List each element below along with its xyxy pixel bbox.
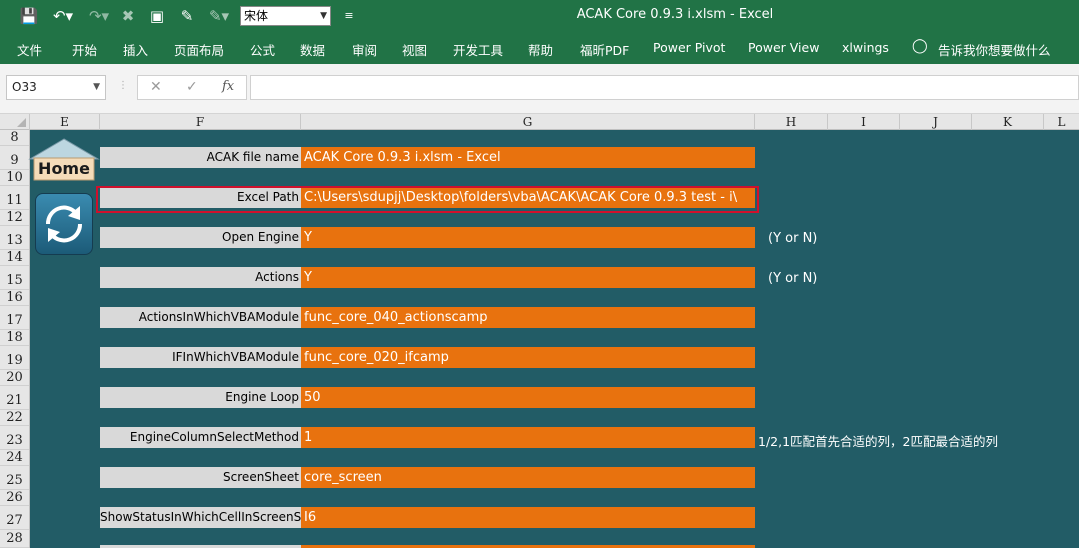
- column-header-k[interactable]: K: [972, 114, 1044, 130]
- row-header[interactable]: 26: [0, 490, 29, 506]
- edit-icon[interactable]: ✎▾: [204, 6, 234, 26]
- tab-foxit-pdf[interactable]: 福昕PDF: [580, 40, 629, 59]
- formula-input[interactable]: [250, 75, 1079, 100]
- tab-view[interactable]: 视图: [402, 40, 427, 59]
- row-header[interactable]: 13: [0, 226, 29, 250]
- row-header[interactable]: 22: [0, 410, 29, 426]
- row-header[interactable]: 15: [0, 266, 29, 290]
- tab-power-pivot[interactable]: Power Pivot: [653, 40, 725, 55]
- setting-value-if-module[interactable]: func_core_020_ifcamp: [301, 347, 755, 368]
- row-header[interactable]: 21: [0, 386, 29, 410]
- save-icon[interactable]: 💾: [18, 6, 40, 26]
- clear-filter-icon[interactable]: ✖: [118, 6, 138, 26]
- refresh-icon: [45, 205, 83, 243]
- setting-value-status-cell[interactable]: I6: [301, 507, 755, 528]
- row-header[interactable]: 25: [0, 466, 29, 490]
- tab-xlwings[interactable]: xlwings: [842, 40, 889, 55]
- font-name-select[interactable]: 宋体 ▼: [240, 6, 331, 26]
- row-header[interactable]: 12: [0, 210, 29, 226]
- row-header[interactable]: 18: [0, 330, 29, 346]
- name-box[interactable]: O33 ▼: [6, 75, 106, 100]
- row-header[interactable]: 10: [0, 170, 29, 186]
- setting-value-column-select-method[interactable]: 1: [301, 427, 755, 448]
- row-header[interactable]: 24: [0, 450, 29, 466]
- ribbon-tabs: 文件 开始 插入 页面布局 公式 数据 审阅 视图 开发工具 帮助 福昕PDF …: [0, 33, 1079, 64]
- highlight-border: [96, 186, 759, 213]
- splitter-handle-icon[interactable]: ⋮: [118, 80, 128, 91]
- tab-insert[interactable]: 插入: [123, 40, 148, 59]
- tab-help[interactable]: 帮助: [528, 40, 553, 59]
- home-button-label: Home: [38, 159, 90, 178]
- setting-label-column-select-method[interactable]: EngineColumnSelectMethod: [100, 427, 301, 448]
- title-bar: 💾 ↶▾ ↷▾ ✖ ▣ ✎ ✎▾ 宋体 ▼ ≡ ACAK Core 0.9.3 …: [0, 0, 1079, 33]
- setting-label-status-cell[interactable]: ShowStatusInWhichCellInScreenSheet: [100, 507, 301, 528]
- setting-label-actions[interactable]: Actions: [100, 267, 301, 288]
- setting-value-actions[interactable]: Y: [301, 267, 755, 288]
- setting-value-engine-loop[interactable]: 50: [301, 387, 755, 408]
- setting-note-column-select-method[interactable]: 1/2,1匹配首先合适的列，2匹配最合适的列: [758, 431, 998, 450]
- tab-page-layout[interactable]: 页面布局: [174, 40, 224, 59]
- tab-developer[interactable]: 开发工具: [453, 40, 503, 59]
- tab-formulas[interactable]: 公式: [250, 40, 275, 59]
- camera-icon[interactable]: ▣: [146, 6, 168, 26]
- setting-label-file-name[interactable]: ACAK file name: [100, 147, 301, 168]
- tab-file[interactable]: 文件: [17, 40, 42, 59]
- column-headers: E F G H I J K L: [0, 114, 1079, 130]
- name-box-value: O33: [12, 80, 37, 94]
- format-painter-icon[interactable]: ✎: [176, 6, 198, 26]
- row-header[interactable]: 23: [0, 426, 29, 450]
- setting-note-open-engine[interactable]: (Y or N): [768, 231, 817, 246]
- chevron-down-icon: ▼: [93, 82, 100, 92]
- row-header[interactable]: 11: [0, 186, 29, 210]
- row-header[interactable]: 14: [0, 250, 29, 266]
- column-header-l[interactable]: L: [1044, 114, 1079, 130]
- column-header-e[interactable]: E: [30, 114, 100, 130]
- setting-label-open-engine[interactable]: Open Engine: [100, 227, 301, 248]
- setting-label-actions-module[interactable]: ActionsInWhichVBAModule: [100, 307, 301, 328]
- redo-icon[interactable]: ↷▾: [84, 6, 114, 26]
- font-name-value: 宋体: [244, 9, 269, 23]
- refresh-button[interactable]: [35, 193, 93, 255]
- tab-review[interactable]: 审阅: [352, 40, 377, 59]
- formula-buttons: ✕ ✓ fx: [137, 75, 247, 100]
- undo-icon[interactable]: ↶▾: [48, 6, 78, 26]
- lightbulb-icon: ◯: [912, 38, 928, 54]
- insert-function-icon[interactable]: fx: [222, 79, 234, 94]
- column-header-f[interactable]: F: [100, 114, 301, 130]
- cancel-icon[interactable]: ✕: [150, 79, 162, 95]
- row-headers: 8 9 10 11 12 13 14 15 16 17 18 19 20 21 …: [0, 130, 30, 548]
- tab-data[interactable]: 数据: [300, 40, 325, 59]
- setting-label-engine-loop[interactable]: Engine Loop: [100, 387, 301, 408]
- column-header-i[interactable]: I: [828, 114, 900, 130]
- setting-value-screen-sheet[interactable]: core_screen: [301, 467, 755, 488]
- tab-power-view[interactable]: Power View: [748, 40, 819, 55]
- setting-note-actions[interactable]: (Y or N): [768, 271, 817, 286]
- chevron-down-icon: ▼: [320, 11, 327, 21]
- formula-bar: O33 ▼ ⋮ ✕ ✓ fx: [0, 64, 1079, 114]
- enter-icon[interactable]: ✓: [186, 79, 198, 95]
- tell-me-search[interactable]: 告诉我你想要做什么: [938, 40, 1051, 59]
- row-header[interactable]: 9: [0, 146, 29, 170]
- tab-home[interactable]: 开始: [72, 40, 97, 59]
- row-header[interactable]: 19: [0, 346, 29, 370]
- row-header[interactable]: 20: [0, 370, 29, 386]
- row-header[interactable]: 28: [0, 530, 29, 548]
- window-title: ACAK Core 0.9.3 i.xlsm - Excel: [576, 7, 774, 22]
- column-header-g[interactable]: G: [301, 114, 755, 130]
- column-header-j[interactable]: J: [900, 114, 972, 130]
- setting-value-open-engine[interactable]: Y: [301, 227, 755, 248]
- setting-value-file-name[interactable]: ACAK Core 0.9.3 i.xlsm - Excel: [301, 147, 755, 168]
- row-header[interactable]: 27: [0, 506, 29, 530]
- row-header[interactable]: 8: [0, 130, 29, 146]
- select-all-corner[interactable]: [0, 114, 30, 130]
- setting-value-actions-module[interactable]: func_core_040_actionscamp: [301, 307, 755, 328]
- setting-label-if-module[interactable]: IFInWhichVBAModule: [100, 347, 301, 368]
- row-header[interactable]: 17: [0, 306, 29, 330]
- customize-quick-access-icon[interactable]: ≡: [340, 6, 358, 26]
- column-header-h[interactable]: H: [755, 114, 828, 130]
- home-button[interactable]: Home: [28, 137, 100, 181]
- row-header[interactable]: 16: [0, 290, 29, 306]
- setting-label-screen-sheet[interactable]: ScreenSheet: [100, 467, 301, 488]
